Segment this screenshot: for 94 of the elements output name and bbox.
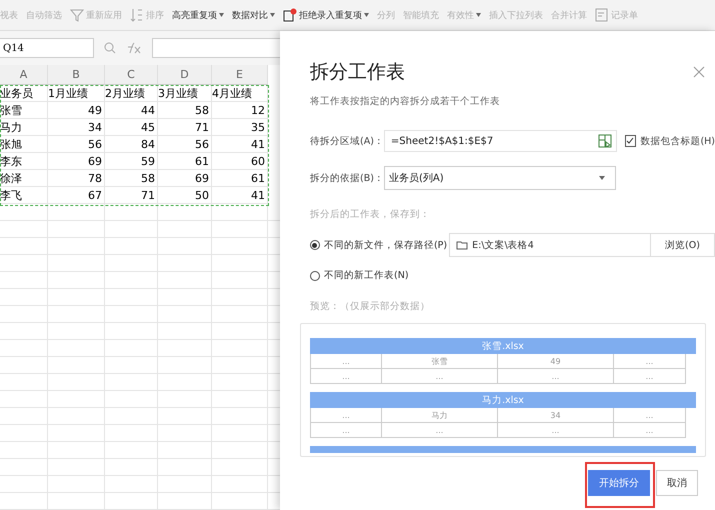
table-cell: 张雪 <box>382 354 498 369</box>
table-cell: ... <box>614 369 686 384</box>
table-cell: 61 <box>158 153 212 170</box>
table-cell: 2月业绩 <box>105 85 158 102</box>
table-cell: ... <box>382 423 498 438</box>
start-button[interactable]: 开始拆分 <box>588 470 650 496</box>
table-cell: ... <box>382 369 498 384</box>
highlight-frame <box>585 462 655 508</box>
table-cell: 34 <box>498 408 614 423</box>
table-cell: ... <box>311 354 382 369</box>
table-cell: 业务员 <box>0 85 48 102</box>
caret-icon <box>476 13 481 17</box>
column-header[interactable]: C <box>105 65 158 85</box>
option-label: 不同的新文件，保存路径(P) <box>324 238 448 252</box>
table-cell: 1月业绩 <box>48 85 105 102</box>
caret-icon <box>270 13 275 17</box>
table-cell: 61 <box>212 170 268 187</box>
table-cell: 35 <box>212 119 268 136</box>
table-cell: 李飞 <box>0 187 48 204</box>
table-cell: ... <box>498 369 614 384</box>
reject-duplicates-icon <box>283 8 297 22</box>
folder-icon <box>456 240 468 250</box>
table-cell: ... <box>614 408 686 423</box>
radio-button[interactable] <box>310 270 320 280</box>
table-cell: ... <box>498 423 614 438</box>
caret-icon <box>364 13 369 17</box>
range-picker-icon[interactable] <box>598 134 612 148</box>
range-label: 待拆分区域(A)： <box>310 134 384 148</box>
table-cell: 44 <box>105 102 158 119</box>
table-cell: ... <box>311 408 382 423</box>
table-cell: 4月业绩 <box>212 85 268 102</box>
table-cell: 41 <box>212 136 268 153</box>
table-cell: 50 <box>158 187 212 204</box>
table-cell: 12 <box>212 102 268 119</box>
caret-icon <box>599 176 605 180</box>
toolbar-button[interactable]: 高亮重复项 <box>172 8 224 22</box>
basis-label: 拆分的依据(B)： <box>310 172 384 184</box>
table-cell: 67 <box>48 187 105 204</box>
column-header[interactable]: B <box>48 65 105 85</box>
table-cell: 60 <box>212 153 268 170</box>
filter-icon <box>70 8 84 22</box>
path-field[interactable]: E:\文案\表格4 浏览(O) <box>449 233 715 257</box>
checkbox-label: 数据包含标题(H) <box>640 134 715 148</box>
basis-dropdown[interactable]: 业务员(列A) <box>384 166 616 190</box>
dialog-title: 拆分工作表 <box>310 60 405 85</box>
cancel-button[interactable]: 取消 <box>656 470 698 496</box>
dialog-subtitle: 将工作表按指定的内容拆分成若干个工作表 <box>310 95 501 108</box>
sort-icon <box>130 8 144 22</box>
table-cell: 71 <box>158 119 212 136</box>
preview-label: 预览：（仅展示部分数据） <box>310 300 431 313</box>
table-cell: 84 <box>105 136 158 153</box>
table-cell: 45 <box>105 119 158 136</box>
table-cell: 69 <box>158 170 212 187</box>
table-cell: 78 <box>48 170 105 187</box>
table-cell: 张雪 <box>0 102 48 119</box>
close-icon[interactable] <box>693 66 705 78</box>
table-cell: 59 <box>105 153 158 170</box>
column-header[interactable]: D <box>158 65 212 85</box>
toolbar-button[interactable]: 数据对比 <box>232 8 275 22</box>
table-cell: 徐泽 <box>0 170 48 187</box>
column-header[interactable]: A <box>0 65 48 85</box>
column-header[interactable]: E <box>212 65 268 85</box>
file-header: 马力.xlsx <box>310 392 696 408</box>
table-cell: 56 <box>158 136 212 153</box>
fx-icon <box>126 42 142 54</box>
table-cell: 56 <box>48 136 105 153</box>
table-cell: 李东 <box>0 153 48 170</box>
table-cell: 34 <box>48 119 105 136</box>
table-cell: 71 <box>105 187 158 204</box>
save-to-label: 拆分后的工作表，保存到： <box>310 208 431 221</box>
table-cell: 69 <box>48 153 105 170</box>
option-label: 不同的新工作表(N) <box>324 269 409 282</box>
table-cell: 马力 <box>382 408 498 423</box>
table-cell: 3月业绩 <box>158 85 212 102</box>
table-cell: ... <box>311 369 382 384</box>
table-cell: ... <box>614 423 686 438</box>
table-cell: 58 <box>105 170 158 187</box>
table-cell: 41 <box>212 187 268 204</box>
table-cell: 张旭 <box>0 136 48 153</box>
range-field[interactable]: =Sheet2!$A$1:$E$7 <box>384 130 616 152</box>
zoom-icon <box>104 42 116 54</box>
caret-icon <box>219 13 224 17</box>
table-cell: 58 <box>158 102 212 119</box>
name-box[interactable]: Q14 <box>0 38 94 58</box>
table-cell: ... <box>614 354 686 369</box>
table-cell: ... <box>311 423 382 438</box>
checkbox[interactable] <box>624 135 636 147</box>
table-cell: 49 <box>48 102 105 119</box>
toolbar-button[interactable]: 拒绝录入重复项 <box>283 8 369 22</box>
table-cell: 马力 <box>0 119 48 136</box>
file-header: 张雪.xlsx <box>310 338 696 354</box>
table-cell: 49 <box>498 354 614 369</box>
form-icon <box>595 8 609 22</box>
radio-button[interactable] <box>310 240 320 250</box>
